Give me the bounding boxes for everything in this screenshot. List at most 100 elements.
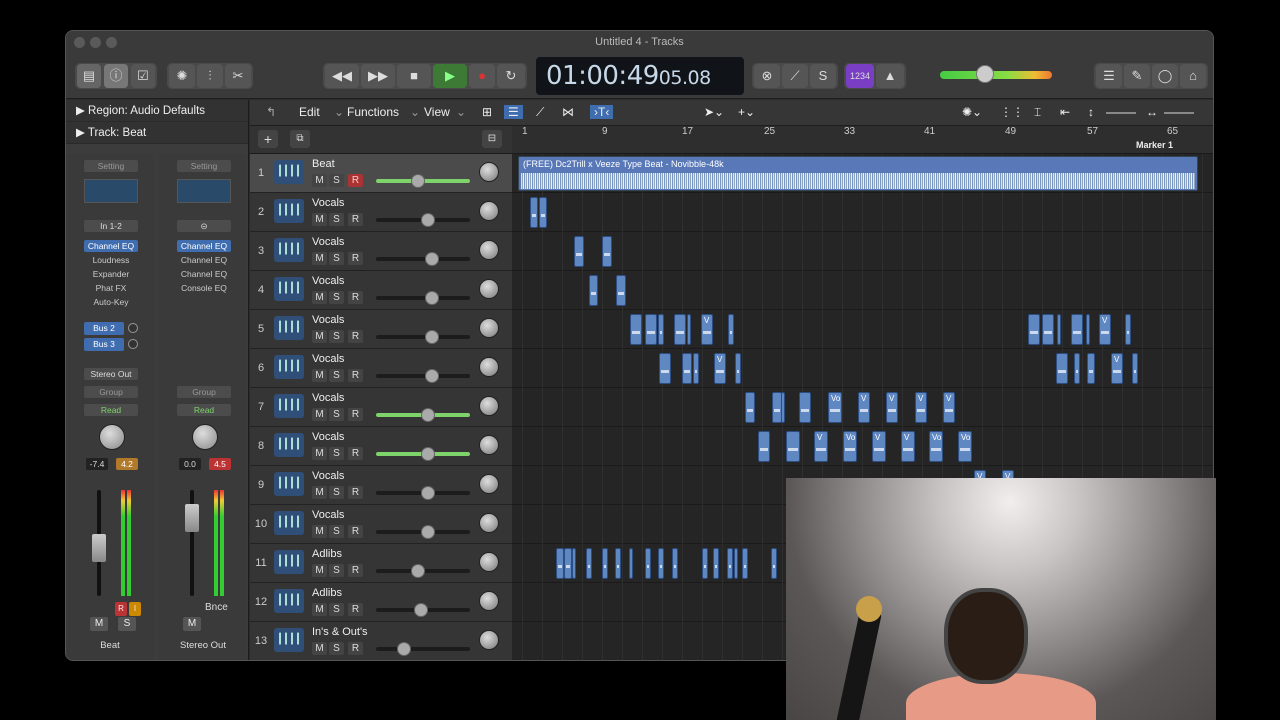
track-volume-slider[interactable] <box>376 564 470 578</box>
track-name[interactable]: Vocals <box>312 275 344 287</box>
track-name[interactable]: Vocals <box>312 509 344 521</box>
audio-region[interactable] <box>564 548 572 579</box>
audio-region[interactable] <box>702 548 708 579</box>
track-solo-button[interactable]: S <box>329 213 344 226</box>
vertical-zoom-slider[interactable] <box>1106 112 1136 114</box>
track-header[interactable]: 1 ┃┃┃┃ Beat M S R <box>250 154 512 193</box>
track-volume-slider[interactable] <box>376 447 470 461</box>
catch-icon[interactable]: ›T‹ <box>590 105 614 119</box>
track-pan-knob[interactable] <box>479 513 499 533</box>
send-bus-3[interactable]: Bus 3 <box>84 338 124 351</box>
audio-region[interactable]: V <box>714 353 726 384</box>
track-solo-button[interactable]: S <box>329 174 344 187</box>
volume-fader[interactable] <box>92 534 106 562</box>
plugin-slot-3[interactable]: Expander <box>84 268 138 280</box>
audio-region[interactable] <box>1086 314 1090 345</box>
plugin-slot-4[interactable]: Phat FX <box>84 282 138 294</box>
track-volume-handle[interactable] <box>420 486 435 500</box>
audio-waveform-icon[interactable]: ┃┃┃┃ <box>274 472 304 496</box>
track-volume-slider[interactable] <box>376 330 470 344</box>
automation-icon[interactable]: ⟋ <box>536 105 544 120</box>
plugin-slot-3[interactable]: Channel EQ <box>177 268 231 280</box>
track-solo-button[interactable]: S <box>329 369 344 382</box>
cycle-icon[interactable]: ↻ <box>497 64 525 88</box>
track-mute-button[interactable]: M <box>312 291 327 304</box>
audio-region[interactable]: V <box>872 431 886 462</box>
link-icon[interactable]: ⊝ <box>177 220 231 232</box>
audio-region[interactable] <box>658 548 664 579</box>
audio-region[interactable] <box>645 548 651 579</box>
audio-region[interactable] <box>735 353 741 384</box>
track-header[interactable]: 9 ┃┃┃┃ Vocals M S R <box>250 466 512 505</box>
global-tracks-icon[interactable]: ⊟ <box>482 130 502 148</box>
track-volume-slider[interactable] <box>376 213 470 227</box>
track-record-button[interactable]: R <box>348 408 363 421</box>
smart-controls-icon[interactable]: ✺ <box>169 64 195 88</box>
track-volume-slider[interactable] <box>376 408 470 422</box>
track-mute-button[interactable]: M <box>312 213 327 226</box>
track-pan-knob[interactable] <box>479 318 499 338</box>
browser-icon[interactable]: ⌂ <box>1180 64 1206 88</box>
mixer-icon[interactable]: ⫶ <box>197 64 223 88</box>
audio-region[interactable] <box>1057 314 1061 345</box>
track-header[interactable]: 13 ┃┃┃┃ In's & Out's M S R <box>250 622 512 660</box>
track-mute-button[interactable]: M <box>312 642 327 655</box>
audio-region[interactable]: Vo <box>958 431 972 462</box>
audio-region[interactable] <box>1132 353 1138 384</box>
count-in-icon[interactable]: 1234 <box>846 64 874 88</box>
audio-region[interactable] <box>645 314 657 345</box>
plugin-slot-1[interactable]: Channel EQ <box>177 240 231 252</box>
audio-region[interactable] <box>745 392 755 423</box>
track-pan-knob[interactable] <box>479 201 499 221</box>
audio-region[interactable] <box>786 431 800 462</box>
audio-region[interactable] <box>602 236 612 267</box>
send-knob-1[interactable] <box>128 323 138 333</box>
horizontal-zoom-icon[interactable]: ↔ <box>1146 105 1158 119</box>
track-mute-button[interactable]: M <box>312 486 327 499</box>
audio-region[interactable] <box>1042 314 1054 345</box>
audio-region[interactable] <box>1125 314 1131 345</box>
automation-mode[interactable]: Read <box>177 404 231 416</box>
audio-region[interactable]: V <box>943 392 955 423</box>
track-name[interactable]: Vocals <box>312 353 344 365</box>
audio-region[interactable] <box>556 548 564 579</box>
audio-region[interactable]: V <box>814 431 828 462</box>
track-record-button[interactable]: R <box>348 525 363 538</box>
audio-region[interactable]: V <box>858 392 870 423</box>
timeline-ruler[interactable]: Marker 1 1 9 17 25 33 41 49 57 65 <box>512 126 1213 154</box>
audio-waveform-icon[interactable]: ┃┃┃┃ <box>274 511 304 535</box>
solo-button[interactable]: S <box>118 617 136 631</box>
audio-waveform-icon[interactable]: ┃┃┃┃ <box>274 277 304 301</box>
plugin-slot-2[interactable]: Channel EQ <box>177 254 231 266</box>
audio-waveform-icon[interactable]: ┃┃┃┃ <box>274 199 304 223</box>
audio-waveform-icon[interactable]: ┃┃┃┃ <box>274 238 304 262</box>
pointer-tool-icon[interactable]: ➤⌄ <box>704 105 724 119</box>
audio-region[interactable] <box>1087 353 1095 384</box>
track-record-button[interactable]: R <box>348 174 363 187</box>
track-volume-handle[interactable] <box>420 213 435 227</box>
audio-region[interactable] <box>539 197 547 228</box>
track-volume-handle[interactable] <box>420 408 435 422</box>
track-volume-handle[interactable] <box>411 174 426 188</box>
master-volume[interactable] <box>932 63 1056 89</box>
track-mute-button[interactable]: M <box>312 564 327 577</box>
audio-region[interactable] <box>781 392 785 423</box>
track-record-button[interactable]: R <box>348 564 363 577</box>
track-header[interactable]: 3 ┃┃┃┃ Vocals M S R <box>250 232 512 271</box>
duplicate-track-icon[interactable]: ⧉ <box>290 130 310 148</box>
minimize-window-button[interactable] <box>90 37 101 48</box>
replace-icon[interactable]: ⊗ <box>754 64 780 88</box>
track-record-button[interactable]: R <box>348 291 363 304</box>
plugin-slot-5[interactable]: Auto-Key <box>84 296 138 308</box>
audio-region[interactable] <box>799 392 811 423</box>
track-volume-slider[interactable] <box>376 291 470 305</box>
record-icon[interactable]: ● <box>469 64 495 88</box>
track-lane[interactable] <box>512 427 1213 466</box>
audio-region[interactable] <box>1056 353 1068 384</box>
track-solo-button[interactable]: S <box>329 330 344 343</box>
add-track-icon[interactable]: + <box>258 130 278 148</box>
stop-icon[interactable]: ■ <box>397 64 431 88</box>
audio-region[interactable] <box>674 314 686 345</box>
audio-region[interactable] <box>758 431 770 462</box>
track-name[interactable]: In's & Out's <box>312 626 368 638</box>
